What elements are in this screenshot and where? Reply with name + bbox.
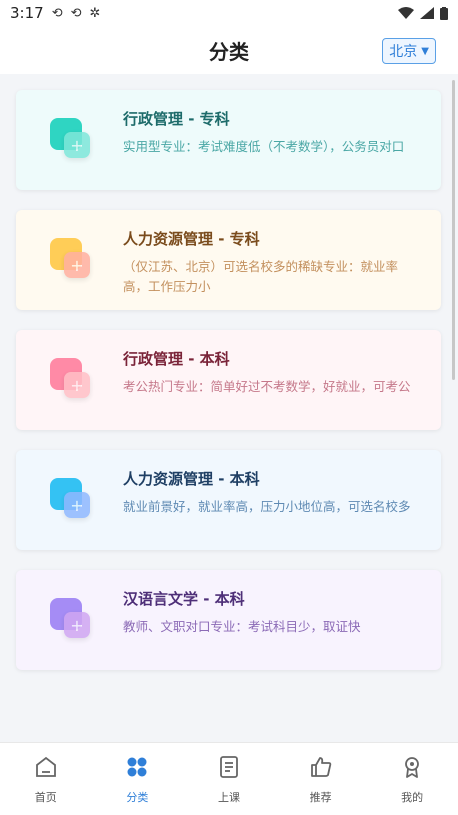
profile-icon xyxy=(400,755,424,789)
category-desc: （仅江苏、北京）可选名校多的稀缺专业：就业率高，工作压力小 xyxy=(123,259,399,294)
city-selector[interactable]: 北京 ▼ xyxy=(382,38,436,64)
category-icon: + xyxy=(50,118,94,162)
category-desc: 就业前景好，就业率高，压力小地位高，可选名校多 xyxy=(123,499,411,514)
tab-3[interactable]: 推荐 xyxy=(275,743,367,815)
category-card[interactable]: + 人力资源管理 - 本科就业前景好，就业率高，压力小地位高，可选名校多 xyxy=(16,450,441,550)
city-label: 北京 xyxy=(389,44,418,60)
category-title: 人力资源管理 - 本科 xyxy=(123,470,260,488)
battery-icon xyxy=(440,6,448,20)
thumbs-up-icon xyxy=(309,755,333,789)
scrollbar[interactable] xyxy=(452,80,455,380)
bug-icon: ✲ xyxy=(89,5,101,21)
category-card[interactable]: + 汉语言文学 - 本科教师、文职对口专业：考试科目少，取证快 xyxy=(16,570,441,670)
category-title: 人力资源管理 - 专科 xyxy=(123,230,260,248)
grid-icon xyxy=(125,755,149,789)
category-card[interactable]: + 行政管理 - 本科考公热门专业：简单好过不考数学，好就业，可考公 xyxy=(16,330,441,430)
sync-icon: ⟲ xyxy=(51,5,63,21)
category-icon: + xyxy=(50,238,94,282)
tab-1[interactable]: 分类 xyxy=(92,743,184,815)
page-title: 分类 xyxy=(209,39,249,64)
sync-icon: ⟲ xyxy=(70,5,82,21)
tab-2[interactable]: 上课 xyxy=(183,743,275,815)
category-desc: 教师、文职对口专业：考试科目少，取证快 xyxy=(123,619,361,634)
tab-label: 分类 xyxy=(126,791,149,804)
category-desc: 考公热门专业：简单好过不考数学，好就业，可考公 xyxy=(123,379,411,394)
category-icon: + xyxy=(50,358,94,402)
category-title: 行政管理 - 专科 xyxy=(123,110,230,128)
tab-label: 我的 xyxy=(401,791,424,804)
tab-label: 推荐 xyxy=(309,791,332,804)
status-time: 3:17 xyxy=(10,4,44,22)
tab-0[interactable]: 首页 xyxy=(0,743,92,815)
category-icon: + xyxy=(50,478,94,522)
home-icon xyxy=(34,755,58,789)
category-list: + 行政管理 - 专科实用型专业：考试难度低（不考数学），公务员对口 + 人力资源管理… xyxy=(16,90,441,690)
book-icon xyxy=(217,755,241,789)
signal-icon xyxy=(420,7,434,19)
category-title: 行政管理 - 本科 xyxy=(123,350,230,368)
bottom-tab-bar: 首页 分类 上课 推荐 我的 xyxy=(0,742,458,815)
status-bar: 3:17 ⟲ ⟲ ✲ xyxy=(0,0,458,26)
tab-4[interactable]: 我的 xyxy=(366,743,458,815)
category-desc: 实用型专业：考试难度低（不考数学），公务员对口 xyxy=(123,139,405,154)
category-icon: + xyxy=(50,598,94,642)
tab-label: 上课 xyxy=(217,791,240,804)
tab-label: 首页 xyxy=(34,791,57,804)
app-header: 分类 北京 ▼ xyxy=(0,26,458,74)
category-title: 汉语言文学 - 本科 xyxy=(123,590,245,608)
category-card[interactable]: + 人力资源管理 - 专科 （仅江苏、北京）可选名校多的稀缺专业：就业率高，工作压力… xyxy=(16,210,441,310)
category-card[interactable]: + 行政管理 - 专科实用型专业：考试难度低（不考数学），公务员对口 xyxy=(16,90,441,190)
caret-down-icon: ▼ xyxy=(421,45,429,57)
wifi-icon xyxy=(398,7,414,19)
